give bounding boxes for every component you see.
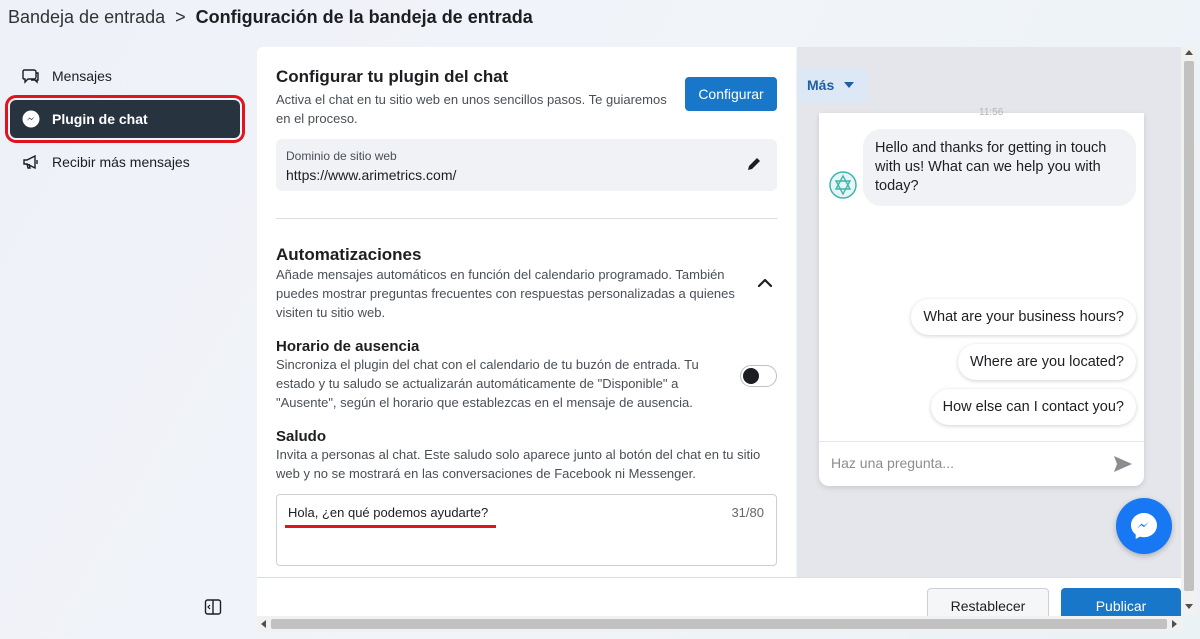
bot-avatar-icon xyxy=(829,171,857,199)
greeting-text-wrapper: Hola, ¿en qué podemos ayudarte? xyxy=(285,505,497,528)
away-hours-section: Horario de ausencia Sincroniza el plugin… xyxy=(276,338,716,412)
chat-window: 11:56 Hello and thanks for getting in to… xyxy=(819,107,1144,486)
horizontal-scrollbar[interactable] xyxy=(257,616,1181,632)
chat-preview: Más 11:56 Hello and thanks for getting i… xyxy=(797,47,1181,577)
character-counter: 31/80 xyxy=(731,505,764,520)
divider xyxy=(819,441,1144,442)
more-label: Más xyxy=(807,77,835,93)
pencil-icon[interactable] xyxy=(745,155,763,173)
automations-section: Automatizaciones Añade mensajes automáti… xyxy=(276,245,746,322)
quick-reply-location[interactable]: Where are you located? xyxy=(958,344,1136,380)
chat-bubbles-icon xyxy=(22,67,40,85)
quick-reply-business-hours[interactable]: What are your business hours? xyxy=(911,299,1136,335)
away-title: Horario de ausencia xyxy=(276,338,420,355)
sidebar-item-label: Recibir más mensajes xyxy=(52,154,190,170)
website-domain-field[interactable]: Dominio de sitio web https://www.arimetr… xyxy=(276,139,777,191)
vertical-scrollbar[interactable] xyxy=(1181,47,1197,616)
more-dropdown-button[interactable]: Más xyxy=(797,68,867,102)
messenger-chat-button[interactable] xyxy=(1116,498,1172,554)
quick-reply-contact[interactable]: How else can I contact you? xyxy=(930,389,1136,425)
chevron-up-icon[interactable] xyxy=(755,273,775,293)
sidebar-item-recibir-mas-mensajes[interactable]: Recibir más mensajes xyxy=(10,146,240,178)
sidebar-item-mensajes[interactable]: Mensajes xyxy=(10,60,240,92)
configure-section: Configurar tu plugin del chat Activa el … xyxy=(276,67,676,128)
configure-description: Activa el chat en tu sitio web en unos s… xyxy=(276,92,667,126)
bot-message-bubble: Hello and thanks for getting in touch wi… xyxy=(863,129,1136,206)
domain-label: Dominio de sitio web xyxy=(286,149,397,163)
scrollbar-thumb[interactable] xyxy=(1184,61,1194,591)
messenger-icon xyxy=(1131,513,1157,539)
configure-button[interactable]: Configurar xyxy=(685,77,777,111)
sidebar-item-label: Plugin de chat xyxy=(52,111,148,127)
breadcrumb-parent-link[interactable]: Bandeja de entrada xyxy=(8,7,165,28)
toggle-knob xyxy=(743,368,759,384)
settings-panel: Configurar tu plugin del chat Activa el … xyxy=(257,47,796,577)
megaphone-icon xyxy=(22,153,40,171)
sidebar-item-plugin-de-chat[interactable]: Plugin de chat xyxy=(5,95,245,143)
greeting-description: Invita a personas al chat. Este saludo s… xyxy=(276,447,761,481)
breadcrumb-separator: > xyxy=(175,6,186,27)
greeting-section: Saludo Invita a personas al chat. Este s… xyxy=(276,428,776,483)
away-hours-toggle[interactable] xyxy=(740,365,777,387)
footer-bar: Restablecer Publicar xyxy=(257,577,1181,624)
greeting-title: Saludo xyxy=(276,428,327,445)
red-underline-annotation xyxy=(285,525,497,528)
configure-title: Configurar tu plugin del chat xyxy=(276,67,509,86)
automations-description: Añade mensajes automáticos en función de… xyxy=(276,267,735,320)
sidebar: Mensajes Plugin de chat Recibir más mens… xyxy=(5,60,245,186)
send-icon[interactable] xyxy=(1112,453,1134,475)
chat-question-input[interactable]: Haz una pregunta... xyxy=(831,455,954,471)
caret-down-icon xyxy=(844,82,855,88)
domain-value: https://www.arimetrics.com/ xyxy=(286,167,457,183)
message-time: 11:56 xyxy=(979,107,1004,118)
scroll-down-arrow-icon[interactable] xyxy=(1185,604,1193,609)
greeting-text: Hola, ¿en qué podemos ayudarte? xyxy=(288,505,489,520)
scrollbar-thumb[interactable] xyxy=(271,619,1167,629)
page-title: Configuración de la bandeja de entrada xyxy=(195,6,533,27)
messenger-icon xyxy=(22,110,40,128)
scroll-left-arrow-icon[interactable] xyxy=(261,620,266,628)
greeting-input[interactable]: Hola, ¿en qué podemos ayudarte? 31/80 xyxy=(276,494,777,566)
breadcrumb: Bandeja de entrada > Configuración de la… xyxy=(8,5,533,29)
collapse-panel-icon[interactable] xyxy=(204,598,222,616)
scroll-up-arrow-icon[interactable] xyxy=(1185,50,1193,55)
away-description: Sincroniza el plugin del chat con el cal… xyxy=(276,357,699,410)
automations-title: Automatizaciones xyxy=(276,245,422,264)
divider xyxy=(276,218,777,219)
sidebar-item-label: Mensajes xyxy=(52,68,112,84)
scroll-right-arrow-icon[interactable] xyxy=(1172,620,1177,628)
